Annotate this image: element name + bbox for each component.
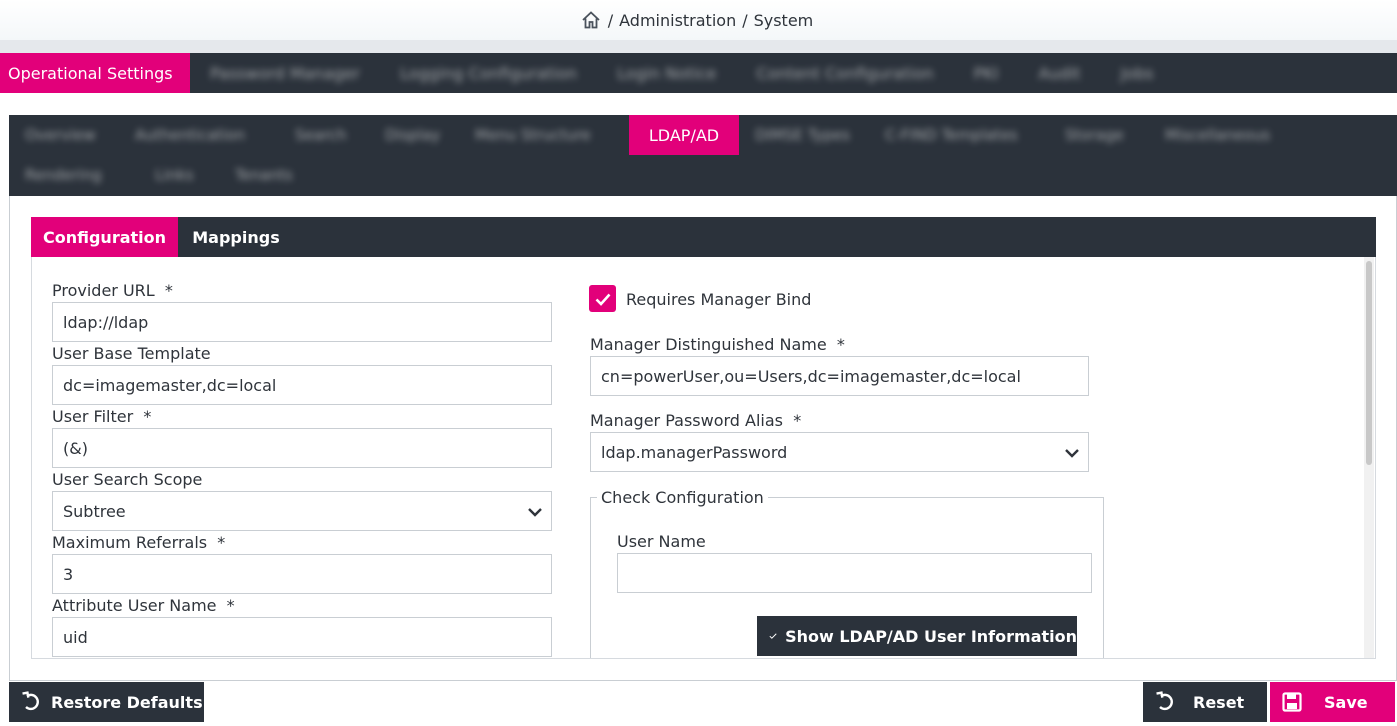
save-label: Save xyxy=(1324,692,1368,712)
breadcrumb-section[interactable]: Administration xyxy=(619,11,736,30)
check-icon xyxy=(595,293,610,306)
sub-tab-blurred[interactable]: Menu Structure xyxy=(459,115,629,155)
maximum-referrals-label-text: Maximum Referrals xyxy=(52,533,208,552)
manager-dn-label: Manager Distinguished Name * xyxy=(590,335,845,354)
required-mark: * xyxy=(143,407,152,426)
tab-operational-settings[interactable]: Operational Settings xyxy=(0,53,190,93)
requires-manager-bind-label[interactable]: Requires Manager Bind xyxy=(626,290,811,309)
show-user-info-button[interactable]: Show LDAP/AD User Information xyxy=(757,616,1077,656)
user-search-scope-label: User Search Scope xyxy=(52,470,203,489)
manager-password-alias-label-text: Manager Password Alias xyxy=(590,411,784,430)
user-base-template-label: User Base Template xyxy=(52,344,211,363)
requires-manager-bind-checkbox[interactable] xyxy=(589,285,616,312)
breadcrumb-page: System xyxy=(753,10,814,30)
chevron-down-icon xyxy=(1065,449,1079,458)
user-filter-label: User Filter * xyxy=(52,407,151,426)
undo-icon xyxy=(22,691,39,711)
tab-blurred[interactable]: Login Notice xyxy=(597,53,736,93)
sub-tab-blurred[interactable]: Miscellaneous xyxy=(1149,115,1279,155)
provider-url-input[interactable]: ldap://ldap xyxy=(52,302,552,342)
sub-tab-blurred[interactable]: DIMSE Types xyxy=(739,115,869,155)
check-user-name-label: User Name xyxy=(617,532,706,551)
sub-tab-blurred[interactable]: Display xyxy=(369,115,459,155)
breadcrumb: / Administration / System xyxy=(0,0,1397,40)
tab-mappings[interactable]: Mappings xyxy=(178,217,294,257)
required-mark: * xyxy=(793,411,802,430)
tab-blurred[interactable]: PKI xyxy=(954,53,1019,93)
footer-divider xyxy=(9,680,1397,681)
chevron-down-icon xyxy=(528,508,542,517)
restore-defaults-label: Restore Defaults xyxy=(51,692,203,712)
home-icon[interactable] xyxy=(581,10,601,30)
scrollbar-thumb[interactable] xyxy=(1366,261,1372,465)
restore-defaults-button[interactable]: Restore Defaults xyxy=(9,682,204,722)
form-scrollbar[interactable] xyxy=(1364,257,1374,658)
check-icon xyxy=(769,633,777,639)
required-mark: * xyxy=(217,533,226,552)
header-divider xyxy=(0,40,1397,53)
save-button[interactable]: Save xyxy=(1270,682,1395,722)
sub-tab-blurred[interactable]: Authentication xyxy=(119,115,279,155)
attribute-user-name-label-text: Attribute User Name xyxy=(52,596,217,615)
user-search-scope-select[interactable]: Subtree xyxy=(52,491,552,531)
required-mark: * xyxy=(836,335,845,354)
undo-icon xyxy=(1156,691,1173,711)
attribute-user-name-input[interactable]: uid xyxy=(52,617,552,657)
provider-url-label-text: Provider URL xyxy=(52,281,155,300)
sub-tab-blurred[interactable]: C-FIND Templates xyxy=(869,115,1049,155)
reset-button[interactable]: Reset xyxy=(1143,682,1267,722)
inner-tab-bar: Configuration Mappings xyxy=(31,217,1376,257)
manager-password-alias-value: ldap.managerPassword xyxy=(601,442,788,462)
maximum-referrals-input[interactable]: 3 xyxy=(52,554,552,594)
tab-configuration[interactable]: Configuration xyxy=(31,217,178,257)
save-disk-icon xyxy=(1282,692,1302,712)
check-user-name-input[interactable] xyxy=(617,553,1092,593)
sub-tab-blurred[interactable]: Links xyxy=(139,155,219,195)
breadcrumb-separator: / xyxy=(742,10,748,30)
show-user-info-label: Show LDAP/AD User Information xyxy=(785,626,1077,646)
breadcrumb-separator: / xyxy=(607,10,614,30)
user-search-scope-value: Subtree xyxy=(63,501,126,521)
attribute-user-name-label: Attribute User Name * xyxy=(52,596,235,615)
user-base-template-input[interactable]: dc=imagemaster,dc=local xyxy=(52,365,552,405)
sub-tab-blurred[interactable]: Tenants xyxy=(219,155,319,195)
tab-blurred[interactable]: Password Manager xyxy=(190,53,380,93)
manager-password-alias-label: Manager Password Alias * xyxy=(590,411,801,430)
tab-blurred[interactable]: Audit xyxy=(1019,53,1101,93)
required-mark: * xyxy=(164,281,173,300)
user-filter-label-text: User Filter xyxy=(52,407,134,426)
sub-tab-bar: Overview Authentication Search Display M… xyxy=(9,115,1397,196)
sub-tab-blurred[interactable]: Rendering xyxy=(9,155,139,195)
manager-password-alias-select[interactable]: ldap.managerPassword xyxy=(590,432,1089,472)
configuration-form: Provider URL * ldap://ldap User Base Tem… xyxy=(31,257,1376,659)
sub-tab-blurred[interactable]: Storage xyxy=(1049,115,1149,155)
reset-label: Reset xyxy=(1193,692,1245,712)
maximum-referrals-label: Maximum Referrals * xyxy=(52,533,225,552)
sub-tab-ldap-ad[interactable]: LDAP/AD xyxy=(629,115,739,155)
check-configuration-legend: Check Configuration xyxy=(597,488,768,507)
manager-dn-label-text: Manager Distinguished Name xyxy=(590,335,827,354)
user-filter-input[interactable]: (&) xyxy=(52,428,552,468)
required-mark: * xyxy=(226,596,235,615)
tab-blurred[interactable]: Content Configuration xyxy=(736,53,953,93)
tab-blurred[interactable]: Jobs xyxy=(1100,53,1173,93)
sub-tab-blurred[interactable]: Search xyxy=(279,115,369,155)
manager-dn-input[interactable]: cn=powerUser,ou=Users,dc=imagemaster,dc=… xyxy=(590,356,1089,396)
sub-tab-blurred[interactable]: Overview xyxy=(9,115,119,155)
tab-blurred[interactable]: Logging Configuration xyxy=(380,53,597,93)
check-configuration-group: Check Configuration User Name Show LDAP/… xyxy=(590,488,1104,658)
main-tab-bar: Operational Settings Password Manager Lo… xyxy=(0,53,1397,93)
provider-url-label: Provider URL * xyxy=(52,281,173,300)
